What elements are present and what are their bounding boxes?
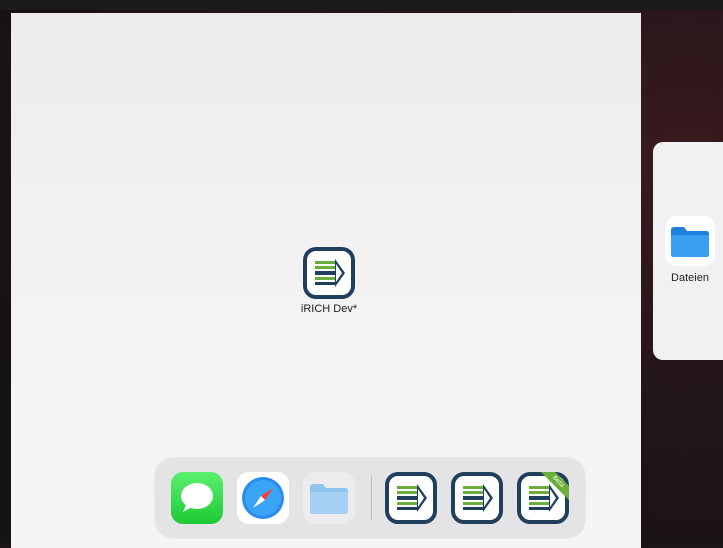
dock-divider <box>371 476 372 520</box>
messages-icon[interactable] <box>171 472 223 524</box>
irich-dev-app[interactable]: iRICH Dev* <box>301 247 357 315</box>
files-app-label: Dateien <box>671 272 709 284</box>
dock: Beta <box>155 458 585 538</box>
irich-dev-icon <box>303 247 355 299</box>
app-switcher-card-files[interactable]: Dateien <box>653 142 723 360</box>
irich-dev-label: iRICH Dev* <box>300 303 358 315</box>
safari-icon[interactable] <box>237 472 289 524</box>
irich-icon[interactable] <box>385 472 437 524</box>
irich-logo-icon <box>303 247 355 299</box>
files-folder-icon[interactable] <box>303 472 355 524</box>
files-folder-icon <box>665 216 715 266</box>
files-app[interactable]: Dateien <box>665 216 715 284</box>
irich-icon[interactable] <box>451 472 503 524</box>
irich-beta-icon[interactable]: Beta <box>517 472 569 524</box>
status-bar-strip <box>0 0 723 10</box>
